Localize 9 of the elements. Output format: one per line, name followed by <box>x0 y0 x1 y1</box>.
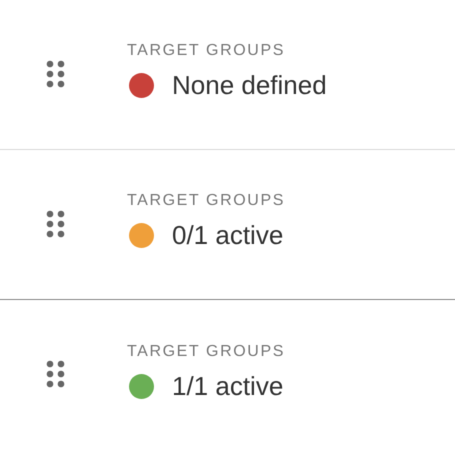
status-text: None defined <box>172 70 327 101</box>
drag-handle-icon[interactable] <box>46 360 66 390</box>
status-text: 0/1 active <box>172 220 284 251</box>
drag-handle-icon[interactable] <box>46 210 66 240</box>
drag-handle-icon[interactable] <box>46 60 66 90</box>
status-text: 1/1 active <box>172 370 284 402</box>
group-label: TARGET GROUPS <box>127 342 286 360</box>
group-label: TARGET GROUPS <box>127 192 286 210</box>
group-label: TARGET GROUPS <box>127 42 286 60</box>
